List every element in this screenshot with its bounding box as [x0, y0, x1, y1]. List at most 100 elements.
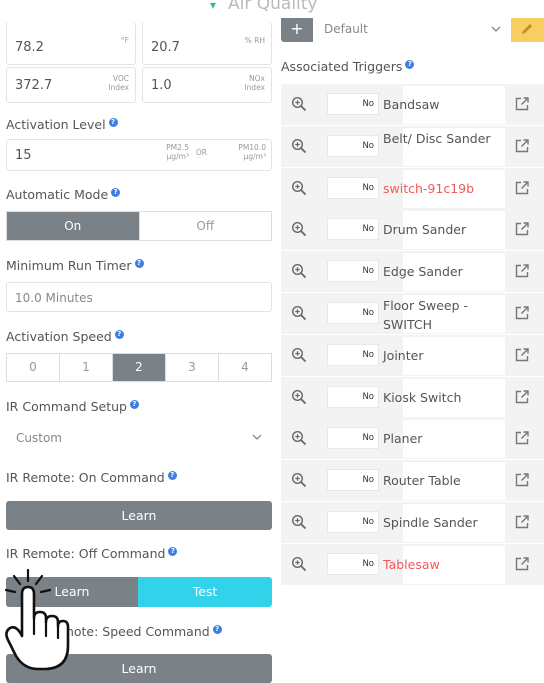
trigger-no-toggle[interactable]: No [327, 302, 379, 324]
automatic-mode-label: Automatic Mode? [6, 187, 121, 202]
activation-speed-label: Activation Speed? [6, 329, 124, 344]
activation-level-value: 15 [15, 148, 32, 163]
external-link-icon[interactable] [514, 305, 530, 321]
speed-option-4[interactable]: 4 [219, 354, 271, 381]
external-link-icon[interactable] [514, 430, 530, 446]
zoom-in-icon[interactable] [291, 389, 307, 405]
voc-unit: VOC Index [108, 74, 129, 92]
external-link-icon[interactable] [514, 347, 530, 363]
page-title: Air Quality [228, 0, 318, 14]
external-link-icon[interactable] [514, 221, 530, 237]
trigger-row: No Kiosk Switch [281, 376, 544, 419]
trigger-no-toggle[interactable]: No [327, 260, 379, 283]
zoom-in-icon[interactable] [291, 221, 307, 237]
trigger-name: Router Table [383, 473, 461, 489]
profile-select[interactable]: Default [313, 18, 511, 42]
status-dot-icon: ▾ [210, 0, 217, 12]
pm10-unit[interactable]: PM10.0 µg/m³ [238, 143, 266, 161]
trigger-name: Jointer [383, 347, 424, 363]
external-link-icon[interactable] [514, 514, 530, 530]
ir-command-setup-label: IR Command Setup? [6, 399, 139, 414]
external-link-icon[interactable] [514, 96, 530, 112]
temperature-value: 78.2 [15, 40, 44, 55]
external-link-icon[interactable] [514, 389, 530, 405]
trigger-no-toggle[interactable]: No [327, 343, 379, 366]
trigger-name: Edge Sander [383, 264, 463, 280]
minimum-run-timer-label: Minimum Run Timer? [6, 258, 144, 273]
trigger-row: No Bandsaw [281, 84, 544, 126]
help-icon[interactable]: ? [212, 624, 222, 634]
help-icon[interactable]: ? [134, 258, 144, 268]
zoom-in-icon[interactable] [291, 430, 307, 446]
nox-unit: NOx Index [244, 74, 265, 92]
minimum-run-timer-value: 10.0 Minutes [15, 291, 93, 305]
trigger-no-toggle[interactable]: No [327, 427, 379, 450]
chevron-down-icon [252, 434, 262, 440]
trigger-row: No Floor Sweep - SWITCH [281, 293, 544, 335]
trigger-no-toggle[interactable]: No [327, 134, 379, 157]
page-header: ▾ Air Quality [0, 0, 544, 20]
temperature-unit: °F [120, 36, 129, 45]
trigger-no-toggle[interactable]: No [327, 218, 379, 241]
help-icon[interactable]: ? [167, 470, 177, 480]
humidity-value: 20.7 [151, 40, 180, 55]
help-icon[interactable]: ? [111, 187, 121, 197]
automatic-mode-toggle[interactable]: On Off [6, 211, 272, 241]
trigger-row: No Planer [281, 418, 544, 461]
ir-on-learn-button[interactable]: Learn [6, 501, 272, 530]
activation-speed-selector[interactable]: 0 1 2 3 4 [6, 353, 272, 382]
trigger-name: Tablesaw [383, 556, 440, 572]
zoom-in-icon[interactable] [291, 263, 307, 279]
trigger-no-toggle[interactable]: No [327, 511, 379, 533]
ir-off-test-button[interactable]: Test [138, 577, 272, 607]
trigger-no-toggle[interactable]: No [327, 469, 379, 492]
pm25-unit[interactable]: PM2.5 µg/m³ [166, 143, 189, 161]
ir-command-setup-select[interactable]: Custom [6, 422, 272, 453]
minimum-run-timer-input[interactable]: 10.0 Minutes [6, 282, 272, 312]
external-link-icon[interactable] [514, 180, 530, 196]
speed-option-3[interactable]: 3 [166, 354, 219, 381]
external-link-icon[interactable] [514, 556, 530, 572]
trigger-name: Spindle Sander [383, 515, 478, 530]
trigger-no-toggle[interactable]: No [327, 552, 379, 575]
zoom-in-icon[interactable] [291, 305, 307, 321]
zoom-in-icon[interactable] [291, 514, 307, 530]
speed-option-1[interactable]: 1 [60, 354, 113, 381]
voc-reading: 372.7 VOC Index [6, 67, 136, 103]
zoom-in-icon[interactable] [291, 472, 307, 488]
zoom-in-icon[interactable] [291, 556, 307, 572]
zoom-in-icon[interactable] [291, 347, 307, 363]
humidity-reading: 20.7 % RH [142, 22, 272, 65]
pencil-icon [522, 24, 532, 34]
activation-level-input[interactable]: 15 PM2.5 µg/m³ OR PM10.0 µg/m³ [6, 139, 272, 171]
profile-select-value: Default [324, 22, 368, 36]
trigger-no-toggle[interactable]: No [327, 385, 379, 408]
zoom-in-icon[interactable] [291, 180, 307, 196]
help-icon[interactable]: ? [114, 329, 124, 339]
trigger-row: No Router Table [281, 460, 544, 503]
speed-option-0[interactable]: 0 [7, 354, 60, 381]
help-icon[interactable]: ? [108, 117, 118, 127]
edit-profile-button[interactable] [511, 18, 544, 42]
add-profile-button[interactable]: + [281, 18, 313, 42]
zoom-in-icon[interactable] [291, 138, 307, 154]
external-link-icon[interactable] [514, 263, 530, 279]
zoom-in-icon[interactable] [291, 96, 307, 112]
external-link-icon[interactable] [514, 472, 530, 488]
help-icon[interactable]: ? [168, 546, 178, 556]
nox-value: 1.0 [151, 78, 172, 93]
automatic-mode-on[interactable]: On [7, 212, 140, 240]
trigger-no-toggle[interactable]: No [327, 176, 379, 199]
speed-option-2[interactable]: 2 [113, 354, 166, 381]
trigger-no-toggle[interactable]: No [327, 93, 379, 115]
trigger-row: No Tablesaw [281, 543, 544, 586]
help-icon[interactable]: ? [405, 59, 415, 69]
trigger-name: Kiosk Switch [383, 389, 462, 405]
trigger-name: Belt/ Disc Sander [383, 130, 491, 146]
humidity-unit: % RH [244, 36, 265, 45]
ir-on-label: IR Remote: On Command? [6, 470, 177, 485]
automatic-mode-off[interactable]: Off [140, 212, 272, 240]
help-icon[interactable]: ? [129, 399, 139, 409]
external-link-icon[interactable] [514, 138, 530, 154]
or-label: OR [195, 148, 207, 157]
